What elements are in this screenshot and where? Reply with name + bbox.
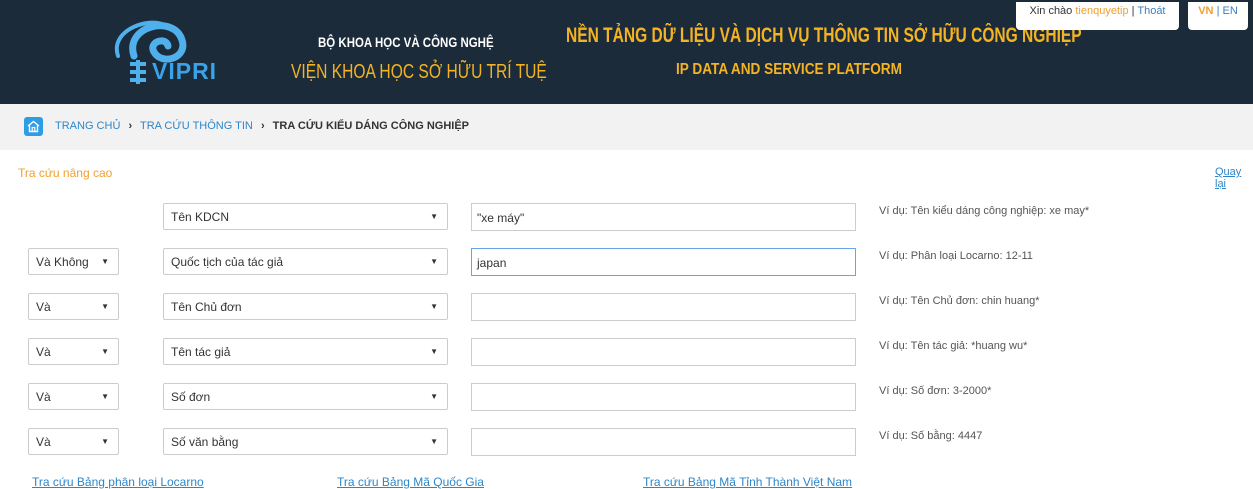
search-input-5[interactable] <box>471 383 856 411</box>
language-switcher: VN | EN <box>1188 2 1248 30</box>
operator-select-value: Và Không <box>36 255 89 269</box>
field-select-5[interactable]: Số đơn ▼ <box>163 383 448 410</box>
caret-down-icon: ▼ <box>101 437 109 446</box>
field-select-value: Số đơn <box>171 390 211 404</box>
advanced-search-title: Tra cứu nâng cao <box>18 166 113 180</box>
field-select-value: Quốc tịch của tác giả <box>171 255 284 269</box>
logout-link[interactable]: Thoát <box>1137 5 1165 17</box>
operator-select-value: Và <box>36 345 51 359</box>
caret-down-icon: ▼ <box>101 347 109 356</box>
caret-down-icon: ▼ <box>101 302 109 311</box>
field-select-4[interactable]: Tên tác giả ▼ <box>163 338 448 365</box>
search-input-2[interactable]: japan <box>471 248 856 276</box>
user-box: Xin chào tienquyetip | Thoát <box>1016 2 1179 30</box>
field-select-1[interactable]: Tên KDCN ▼ <box>163 203 448 230</box>
hint-text-2: Ví dụ: Phân loại Locarno: 12-11 <box>879 250 1033 262</box>
home-icon <box>27 120 40 133</box>
search-input-4[interactable] <box>471 338 856 366</box>
site-header: VIPRI BỘ KHOA HỌC VÀ CÔNG NGHỆ VIỆN KHOA… <box>0 0 1253 104</box>
search-input-1[interactable]: "xe máy" <box>471 203 856 231</box>
caret-down-icon: ▼ <box>430 347 438 356</box>
lang-vn-link[interactable]: VN <box>1198 5 1213 17</box>
hint-text-6: Ví dụ: Số bằng: 4447 <box>879 430 983 442</box>
locarno-table-link[interactable]: Tra cứu Bảng phân loại Locarno <box>32 475 204 489</box>
org-institute: VIỆN KHOA HỌC SỞ HỮU TRÍ TUỆ <box>291 61 547 83</box>
caret-down-icon: ▼ <box>430 257 438 266</box>
operator-select-value: Và <box>36 435 51 449</box>
search-input-6[interactable] <box>471 428 856 456</box>
province-code-link[interactable]: Tra cứu Bảng Mã Tỉnh Thành Việt Nam <box>643 475 852 489</box>
field-select-value: Tên Chủ đơn <box>171 300 242 314</box>
greeting-text: Xin chào <box>1029 5 1073 17</box>
operator-select-value: Và <box>36 390 51 404</box>
breadcrumb-items: TRANG CHỦ › TRA CỨU THÔNG TIN › TRA CỨU … <box>55 120 469 132</box>
caret-down-icon: ▼ <box>430 212 438 221</box>
chevron-right-icon: › <box>260 120 265 132</box>
org-ministry: BỘ KHOA HỌC VÀ CÔNG NGHỆ <box>318 34 494 50</box>
home-button[interactable] <box>24 117 43 136</box>
country-code-link[interactable]: Tra cứu Bảng Mã Quốc Gia <box>337 475 484 489</box>
platform-title-vn: NỀN TẢNG DỮ LIỆU VÀ DỊCH VỤ THÔNG TIN SỞ… <box>566 24 1082 47</box>
hint-text-4: Ví dụ: Tên tác giả: *huang wu* <box>879 340 1028 352</box>
logo-text: VIPRI <box>152 58 218 84</box>
operator-select-2[interactable]: Và Không ▼ <box>28 248 119 275</box>
field-select-value: Số văn bằng <box>171 435 239 449</box>
username-link[interactable]: tienquyetip <box>1075 5 1128 17</box>
back-link[interactable]: Quay lại <box>1215 166 1253 190</box>
hint-text-3: Ví dụ: Tên Chủ đơn: chin huang* <box>879 295 1040 307</box>
operator-select-4[interactable]: Và ▼ <box>28 338 119 365</box>
lang-separator: | <box>1216 5 1220 17</box>
breadcrumb: TRANG CHỦ › TRA CỨU THÔNG TIN › TRA CỨU … <box>0 104 1253 150</box>
field-select-value: Tên KDCN <box>171 210 230 224</box>
caret-down-icon: ▼ <box>101 392 109 401</box>
chevron-right-icon: › <box>128 120 133 132</box>
caret-down-icon: ▼ <box>430 437 438 446</box>
field-select-6[interactable]: Số văn bằng ▼ <box>163 428 448 455</box>
breadcrumb-current: TRA CỨU KIỂU DÁNG CÔNG NGHIỆP <box>272 120 470 132</box>
operator-select-value: Và <box>36 300 51 314</box>
hint-text-1: Ví dụ: Tên kiểu dáng công nghiệp: xe may… <box>879 205 1090 217</box>
lang-en-link[interactable]: EN <box>1222 5 1237 17</box>
field-select-3[interactable]: Tên Chủ đơn ▼ <box>163 293 448 320</box>
user-separator: | <box>1131 5 1135 17</box>
operator-select-6[interactable]: Và ▼ <box>28 428 119 455</box>
breadcrumb-search-info[interactable]: TRA CỨU THÔNG TIN <box>140 120 253 132</box>
field-select-2[interactable]: Quốc tịch của tác giả ▼ <box>163 248 448 275</box>
breadcrumb-home[interactable]: TRANG CHỦ <box>55 120 120 132</box>
caret-down-icon: ▼ <box>101 257 109 266</box>
caret-down-icon: ▼ <box>430 302 438 311</box>
search-input-3[interactable] <box>471 293 856 321</box>
hint-text-5: Ví dụ: Số đơn: 3-2000* <box>879 385 992 397</box>
operator-select-3[interactable]: Và ▼ <box>28 293 119 320</box>
caret-down-icon: ▼ <box>430 392 438 401</box>
platform-title-en: IP DATA AND SERVICE PLATFORM <box>676 61 902 78</box>
operator-select-5[interactable]: Và ▼ <box>28 383 119 410</box>
field-select-value: Tên tác giả <box>171 345 231 359</box>
